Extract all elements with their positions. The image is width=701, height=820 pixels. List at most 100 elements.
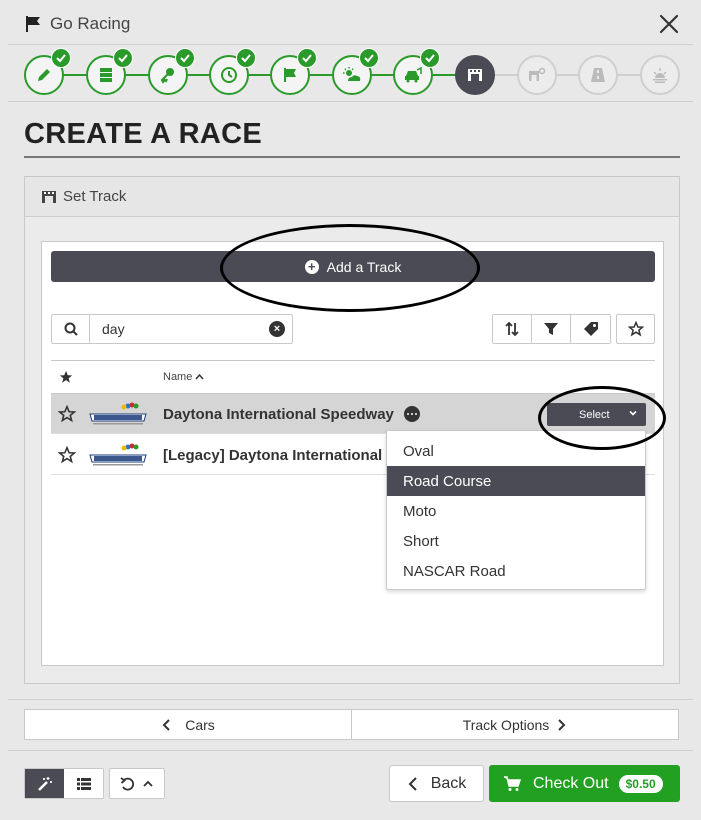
chevron-left-icon [408, 776, 417, 791]
add-track-label: Add a Track [326, 258, 402, 275]
step-navigation: Cars Track Options [8, 699, 693, 749]
check-icon [359, 48, 379, 68]
undo-button[interactable] [109, 768, 165, 799]
step-weather[interactable] [332, 48, 379, 95]
add-track-button[interactable]: + Add a Track [51, 251, 655, 282]
panel-heading: Set Track [63, 188, 127, 205]
magic-wand-icon [37, 776, 52, 791]
undo-icon [120, 776, 135, 790]
table-header: Name [51, 360, 655, 394]
chevron-right-icon [558, 718, 566, 731]
sort-asc-icon [195, 373, 204, 380]
view-toggle [24, 768, 104, 799]
daytona-logo [89, 443, 147, 466]
sort-icon [505, 321, 519, 337]
weather-icon [343, 67, 361, 81]
key-icon [160, 68, 174, 84]
track-icon [42, 190, 56, 203]
flag-icon [284, 68, 296, 82]
search-icon [52, 315, 90, 343]
favorite-star-icon[interactable] [58, 446, 76, 464]
list-view-button[interactable] [64, 769, 103, 798]
window-title: Go Racing [50, 14, 131, 33]
step-sunrise[interactable] [640, 55, 680, 95]
checkout-label: Check Out [533, 774, 609, 792]
step-track[interactable] [455, 55, 495, 95]
price-badge: $0.50 [618, 774, 663, 793]
road-icon [591, 68, 605, 82]
favorite-star-icon[interactable] [58, 405, 76, 423]
server-icon [100, 68, 112, 82]
prev-step-label: Cars [185, 716, 215, 733]
star-icon [59, 370, 73, 383]
step-key[interactable] [148, 48, 195, 95]
checkout-button[interactable]: Check Out $0.50 [489, 765, 680, 802]
next-step-label: Track Options [462, 716, 550, 733]
prev-step-button[interactable]: Cars [24, 709, 352, 740]
flag-icon [26, 16, 40, 32]
step-pencil[interactable] [24, 48, 71, 95]
filter-button[interactable] [532, 315, 571, 343]
step-server[interactable] [86, 48, 133, 95]
pencil-icon [38, 69, 50, 81]
wizard-stepper [8, 44, 693, 102]
step-clock[interactable] [209, 48, 256, 95]
tag-icon [583, 322, 598, 336]
check-icon [175, 48, 195, 68]
chevron-left-icon [162, 718, 170, 731]
tag-button[interactable] [571, 315, 610, 343]
favorites-button[interactable] [616, 314, 655, 344]
track-name: [Legacy] Daytona International [163, 447, 383, 464]
step-car[interactable] [393, 48, 440, 95]
list-tools [492, 314, 611, 344]
sunrise-icon [653, 68, 667, 83]
back-button[interactable]: Back [389, 765, 484, 802]
track-settings-icon [529, 67, 546, 81]
check-icon [420, 48, 440, 68]
config-option-road-course[interactable]: Road Course [387, 466, 645, 496]
name-column-header[interactable]: Name [163, 371, 204, 383]
config-option-moto[interactable]: Moto [387, 496, 645, 526]
next-step-button[interactable]: Track Options [351, 709, 679, 740]
close-icon[interactable] [657, 12, 681, 36]
car-icon [405, 66, 422, 83]
config-option-oval[interactable]: Oval [387, 436, 645, 466]
clear-search-icon[interactable]: × [269, 321, 285, 337]
step-track-options[interactable] [517, 55, 557, 95]
step-road[interactable] [578, 55, 618, 95]
name-header-label: Name [163, 371, 193, 383]
daytona-logo [89, 402, 147, 425]
config-option-nascar-road[interactable]: NASCAR Road [387, 556, 645, 586]
config-option-short[interactable]: Short [387, 526, 645, 556]
clock-icon [221, 67, 237, 83]
step-flag[interactable] [270, 48, 317, 95]
search-box: × [51, 314, 293, 344]
sort-button[interactable] [493, 315, 532, 343]
chevron-up-icon [143, 780, 153, 787]
back-label: Back [430, 774, 467, 792]
list-icon [76, 777, 91, 790]
table-row[interactable]: Daytona International Speedway Select [51, 394, 655, 434]
panel-header: Set Track [25, 177, 679, 217]
more-options-icon[interactable] [404, 406, 420, 422]
star-icon [627, 321, 644, 337]
track-name: Daytona International Speedway [163, 406, 394, 423]
cart-icon [504, 775, 521, 791]
title-divider [24, 156, 680, 158]
page-title: CREATE A RACE [24, 118, 263, 150]
plus-icon: + [304, 259, 319, 274]
select-label: Select [579, 408, 610, 421]
check-icon [51, 48, 71, 68]
title-bar: Go Racing [8, 4, 693, 44]
track-config-dropdown: Oval Road Course Moto Short NASCAR Road [386, 430, 646, 590]
wizard-view-button[interactable] [25, 769, 64, 798]
track-icon [468, 69, 482, 81]
check-icon [113, 48, 133, 68]
footer-bar: Back Check Out $0.50 [8, 750, 693, 820]
check-icon [297, 48, 317, 68]
filter-icon [544, 323, 558, 335]
chevron-down-icon [629, 410, 637, 416]
search-input[interactable] [90, 321, 260, 337]
check-icon [236, 48, 256, 68]
select-config-button[interactable]: Select [547, 403, 646, 426]
